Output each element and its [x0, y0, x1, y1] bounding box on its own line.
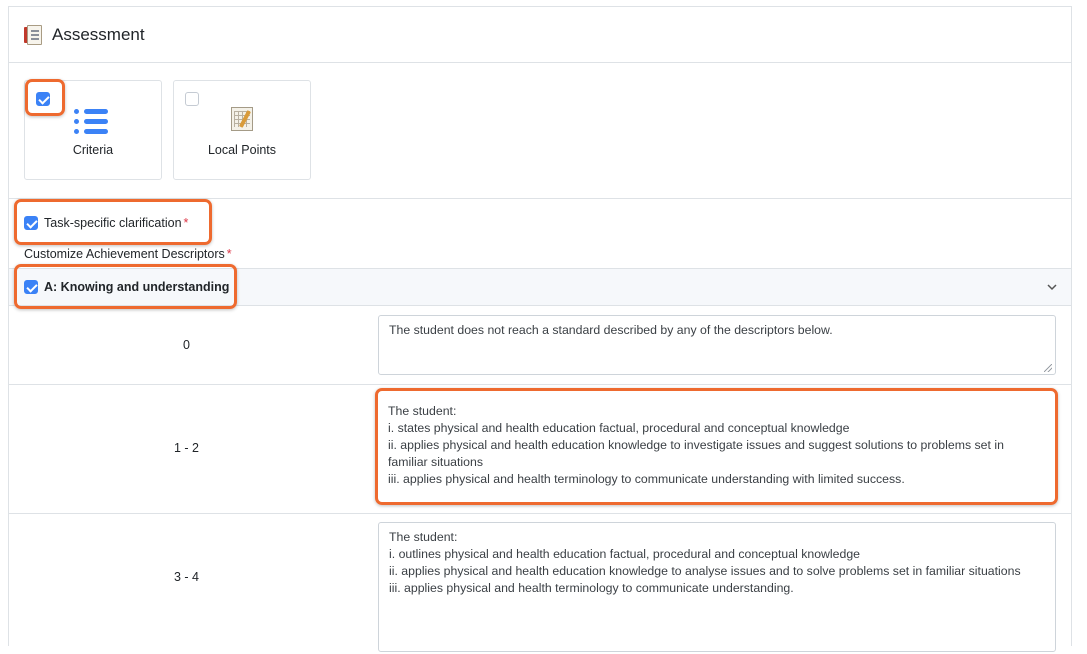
local-points-label: Local Points [207, 143, 277, 157]
panel-title: Assessment [52, 24, 145, 44]
assessment-document-icon [24, 24, 44, 46]
resize-handle-icon[interactable] [1044, 364, 1052, 372]
customize-label-text: Customize Achievement Descriptors [24, 247, 225, 261]
local-points-card[interactable]: Local Points [173, 80, 311, 180]
level-range: 0 [183, 338, 190, 352]
assessment-type-row: Criteria Local Points [9, 63, 1071, 199]
chevron-down-icon[interactable] [1047, 280, 1057, 294]
criteria-label: Criteria [72, 143, 114, 157]
criterion-highlight [14, 264, 237, 309]
level-range: 1 - 2 [173, 441, 199, 455]
descriptor-textarea[interactable]: The student: i. outlines physical and he… [378, 522, 1056, 652]
panel-header: Assessment [9, 7, 1071, 63]
level-row: 0 The student does not reach a standard … [9, 306, 1071, 385]
local-points-checkbox[interactable] [185, 92, 199, 106]
descriptor-textarea[interactable]: The student does not reach a standard de… [378, 315, 1056, 375]
level-row: 3 - 4 The student: i. outlines physical … [9, 514, 1071, 654]
task-specific-highlight [14, 199, 212, 245]
assessment-panel: Assessment Criteria Local Points Task-sp… [8, 6, 1072, 652]
criteria-checkbox-highlight [25, 79, 65, 116]
descriptor-highlight [375, 388, 1058, 505]
level-range: 3 - 4 [173, 570, 199, 584]
required-mark: * [226, 247, 232, 261]
customize-descriptors-label: Customize Achievement Descriptors * [24, 247, 232, 261]
points-pad-icon [229, 105, 255, 133]
list-icon [74, 105, 114, 137]
